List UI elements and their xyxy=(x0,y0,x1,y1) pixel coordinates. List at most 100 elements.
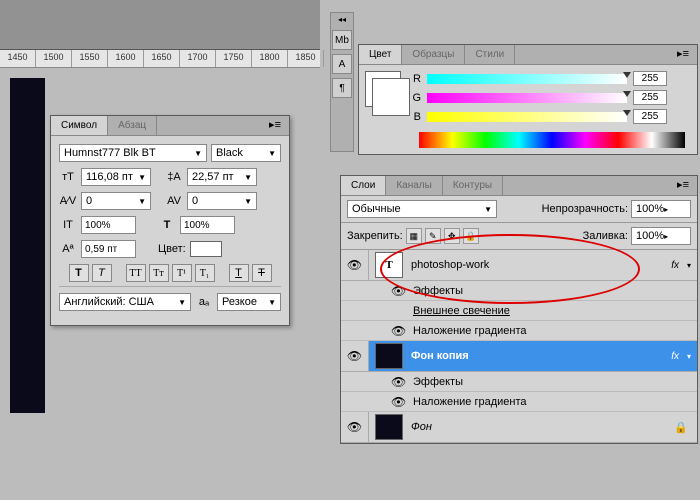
ruler-tick: 1600 xyxy=(108,50,144,67)
panel-menu-icon[interactable]: ▸≡ xyxy=(669,45,697,64)
layer-thumb xyxy=(375,343,403,369)
tab-styles[interactable]: Стили xyxy=(465,45,515,64)
g-slider[interactable] xyxy=(427,93,627,103)
text-color-swatch[interactable] xyxy=(190,241,222,257)
leading-input[interactable]: 22,57 пт▼ xyxy=(187,168,257,186)
kerning-value: 0 xyxy=(86,195,92,207)
layer-name[interactable]: Фон копия xyxy=(409,350,663,362)
italic-button[interactable]: T xyxy=(92,264,112,282)
spectrum-ramp[interactable] xyxy=(419,132,685,148)
collapse-effects-icon[interactable]: ▾ xyxy=(687,261,697,270)
visibility-icon[interactable]: 👁 xyxy=(391,375,407,389)
blend-mode-dropdown[interactable]: Обычные▼ xyxy=(347,200,497,218)
layer-name[interactable]: Фон xyxy=(409,421,673,433)
layer-row[interactable]: 👁 Фон 🔒 xyxy=(341,412,697,443)
tab-color[interactable]: Цвет xyxy=(359,45,402,64)
smallcaps-button[interactable]: Tᴛ xyxy=(149,264,169,282)
vscale-input[interactable] xyxy=(81,216,136,234)
layer-thumb xyxy=(375,414,403,440)
allcaps-button[interactable]: TT xyxy=(126,264,146,282)
opacity-value: 100% xyxy=(636,203,664,215)
layer-row[interactable]: 👁 Фон копия fx ▾ xyxy=(341,341,697,372)
gradient-overlay-label: Наложение градиента xyxy=(413,396,527,408)
hscale-input[interactable] xyxy=(180,216,235,234)
effect-gradient-overlay[interactable]: 👁 Наложение градиента xyxy=(341,392,697,412)
lock-position-icon[interactable]: ✥ xyxy=(444,228,460,244)
mb-icon[interactable]: Mb xyxy=(332,30,352,50)
kerning-input[interactable]: 0▼ xyxy=(81,192,151,210)
language-dropdown[interactable]: Английский: США▼ xyxy=(59,293,191,311)
visibility-icon[interactable]: 👁 xyxy=(391,395,407,409)
opacity-input[interactable]: 100%▸ xyxy=(631,200,691,218)
effects-label: Эффекты xyxy=(413,285,463,297)
baseline-icon: Aª xyxy=(59,240,77,258)
effects-label: Эффекты xyxy=(413,376,463,388)
font-size-icon: тT xyxy=(59,168,77,186)
layer-list: 👁 T photoshop-work fx ▾ 👁 Эффекты Внешнее… xyxy=(341,250,697,443)
tab-character[interactable]: Символ xyxy=(51,116,108,135)
panel-menu-icon[interactable]: ▸≡ xyxy=(261,116,289,135)
collapse-effects-icon[interactable]: ▾ xyxy=(687,352,697,361)
tab-layers[interactable]: Слои xyxy=(341,176,386,195)
tab-paragraph[interactable]: Абзац xyxy=(108,116,157,135)
font-size-input[interactable]: 116,08 пт▼ xyxy=(81,168,151,186)
font-family-dropdown[interactable]: Humnst777 Blk BT▼ xyxy=(59,144,207,162)
baseline-input[interactable] xyxy=(81,240,136,258)
effect-gradient-overlay[interactable]: 👁Наложение градиента xyxy=(341,321,697,341)
subscript-button[interactable]: T₁ xyxy=(195,264,215,282)
vscale-icon: IT xyxy=(59,216,77,234)
layers-panel: Слои Каналы Контуры ▸≡ Обычные▼ Непрозра… xyxy=(340,175,698,444)
visibility-icon[interactable]: 👁 xyxy=(347,349,362,363)
antialias-value: Резкое xyxy=(222,296,257,308)
canvas-area[interactable] xyxy=(10,78,45,413)
panel-menu-icon[interactable]: ▸≡ xyxy=(669,176,697,195)
effects-header: 👁 Эффекты xyxy=(341,372,697,392)
visibility-icon[interactable]: 👁 xyxy=(391,324,407,338)
b-slider[interactable] xyxy=(427,112,627,122)
outer-glow-label: Внешнее свечение xyxy=(413,305,510,317)
strikethrough-button[interactable]: T xyxy=(252,264,272,282)
underline-button[interactable]: T xyxy=(229,264,249,282)
paragraph-icon[interactable]: ¶ xyxy=(332,78,352,98)
tab-swatches[interactable]: Образцы xyxy=(402,45,465,64)
effect-outer-glow[interactable]: Внешнее свечение xyxy=(341,301,697,321)
collapse-arrows-icon[interactable]: ◂◂ xyxy=(331,13,353,26)
r-slider[interactable] xyxy=(427,74,627,84)
leading-value: 22,57 пт xyxy=(192,171,234,183)
b-value[interactable]: 255 xyxy=(633,109,667,124)
fx-badge[interactable]: fx xyxy=(663,351,687,362)
ruler-tick: 1700 xyxy=(180,50,216,67)
fill-input[interactable]: 100%▸ xyxy=(631,227,691,245)
hscale-icon: T xyxy=(158,216,176,234)
leading-icon: ‡A xyxy=(165,168,183,186)
ruler-tick: 1450 xyxy=(0,50,36,67)
visibility-icon[interactable]: 👁 xyxy=(391,284,407,298)
superscript-button[interactable]: T¹ xyxy=(172,264,192,282)
g-value[interactable]: 255 xyxy=(633,90,667,105)
font-style-dropdown[interactable]: Black▼ xyxy=(211,144,281,162)
lock-image-icon[interactable]: ✎ xyxy=(425,228,441,244)
lock-transparency-icon[interactable]: ▦ xyxy=(406,228,422,244)
character-panel: Символ Абзац ▸≡ Humnst777 Blk BT▼ Black▼… xyxy=(50,115,290,326)
ruler-tick: 1750 xyxy=(216,50,252,67)
kerning-icon: A⁄V xyxy=(59,192,77,210)
tab-paths[interactable]: Контуры xyxy=(443,176,503,195)
fill-label: Заливка: xyxy=(583,230,628,242)
antialias-dropdown[interactable]: Резкое▼ xyxy=(217,293,281,311)
foreground-background-swatch[interactable] xyxy=(365,71,401,107)
layer-name[interactable]: photoshop-work xyxy=(409,259,663,271)
visibility-icon[interactable]: 👁 xyxy=(347,420,362,434)
ruler-tick: 1800 xyxy=(252,50,288,67)
r-value[interactable]: 255 xyxy=(633,71,667,86)
fx-badge[interactable]: fx xyxy=(663,260,687,271)
layer-row[interactable]: 👁 T photoshop-work fx ▾ xyxy=(341,250,697,281)
language-value: Английский: США xyxy=(64,296,154,308)
character-icon[interactable]: A xyxy=(332,54,352,74)
ruler-tick: 1850 xyxy=(288,50,324,67)
visibility-icon[interactable]: 👁 xyxy=(347,258,362,272)
tab-channels[interactable]: Каналы xyxy=(386,176,443,195)
tracking-input[interactable]: 0▼ xyxy=(187,192,257,210)
bold-button[interactable]: T xyxy=(69,264,89,282)
lock-all-icon[interactable]: 🔒 xyxy=(463,228,479,244)
opacity-label: Непрозрачность: xyxy=(542,203,628,215)
